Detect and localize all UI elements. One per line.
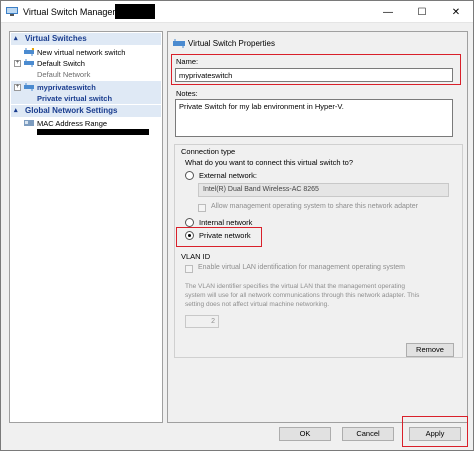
redacted-host-name: [115, 4, 155, 19]
enable-vlan-checkbox[interactable]: [185, 265, 193, 273]
network-switch-icon: [24, 83, 34, 91]
vlan-id-header: VLAN ID: [181, 252, 211, 261]
network-switch-icon: [24, 48, 34, 56]
global-header-label: Global Network Settings: [25, 106, 118, 115]
collapse-caret-icon: ▴: [14, 107, 18, 114]
network-card-icon: [24, 120, 34, 126]
sidebar-item-label: Default Switch: [37, 59, 85, 68]
external-network-label: External network:: [199, 171, 257, 180]
notes-label: Notes:: [176, 89, 198, 98]
enable-vlan-label: Enable virtual LAN identification for ma…: [198, 264, 405, 271]
vlan-id-stepper[interactable]: 2: [185, 315, 219, 328]
redacted-mac-range: [37, 129, 149, 135]
external-network-radio[interactable]: [185, 171, 194, 180]
network-switch-icon: [24, 59, 34, 67]
virtual-switch-manager-window: Virtual Switch Manager for — ☐ ✕ ▴ Virtu…: [0, 0, 474, 451]
sidebar-item-sublabel: Default Network: [37, 70, 91, 79]
sidebar-item-sublabel: Private virtual switch: [37, 94, 113, 103]
minimize-button[interactable]: —: [371, 1, 405, 23]
apply-button-highlight: [402, 416, 468, 447]
connection-type-group: Connection type What do you want to conn…: [174, 144, 463, 358]
notes-textarea[interactable]: Private Switch for my lab environment in…: [175, 99, 453, 137]
network-switch-icon: [173, 39, 185, 48]
network-adapter-dropdown[interactable]: Intel(R) Dual Band Wireless-AC 8265: [198, 183, 449, 197]
navigation-pane: ▴ Virtual Switches New virtual network s…: [9, 31, 163, 423]
sidebar-item-label: MAC Address Range: [37, 119, 108, 128]
maximize-button[interactable]: ☐: [405, 1, 439, 23]
cancel-button[interactable]: Cancel: [342, 427, 394, 441]
properties-pane: Virtual Switch Properties Name: myprivat…: [167, 31, 468, 423]
virtual-switch-app-icon: [6, 7, 18, 16]
internal-network-radio[interactable]: [185, 218, 194, 227]
private-network-highlight: [176, 227, 262, 247]
expand-toggle[interactable]: +: [14, 84, 21, 91]
window-title: Virtual Switch Manager for: [23, 7, 129, 17]
internal-network-label: Internal network: [199, 218, 253, 227]
global-network-settings-header[interactable]: ▴ Global Network Settings: [11, 105, 161, 117]
virtual-switches-header-label: Virtual Switches: [25, 34, 87, 43]
vlan-description-line: setting does not affect virtual machine …: [185, 301, 330, 308]
allow-management-checkbox[interactable]: [198, 204, 206, 212]
sidebar-item-label: New virtual network switch: [37, 48, 126, 57]
expand-toggle[interactable]: +: [14, 60, 21, 67]
sidebar-item-label: myprivateswitch: [37, 83, 96, 92]
properties-title: Virtual Switch Properties: [188, 39, 275, 48]
connection-question: What do you want to connect this virtual…: [185, 158, 353, 167]
close-button[interactable]: ✕: [439, 1, 473, 23]
collapse-caret-icon: ▴: [14, 35, 18, 42]
connection-type-label: Connection type: [181, 147, 236, 156]
remove-button[interactable]: Remove: [406, 343, 454, 357]
ok-button[interactable]: OK: [279, 427, 331, 441]
allow-management-label: Allow management operating system to sha…: [211, 203, 418, 210]
title-bar: Virtual Switch Manager for — ☐ ✕: [1, 1, 473, 23]
name-field-highlight: [171, 54, 461, 85]
virtual-switches-header[interactable]: ▴ Virtual Switches: [11, 33, 161, 45]
